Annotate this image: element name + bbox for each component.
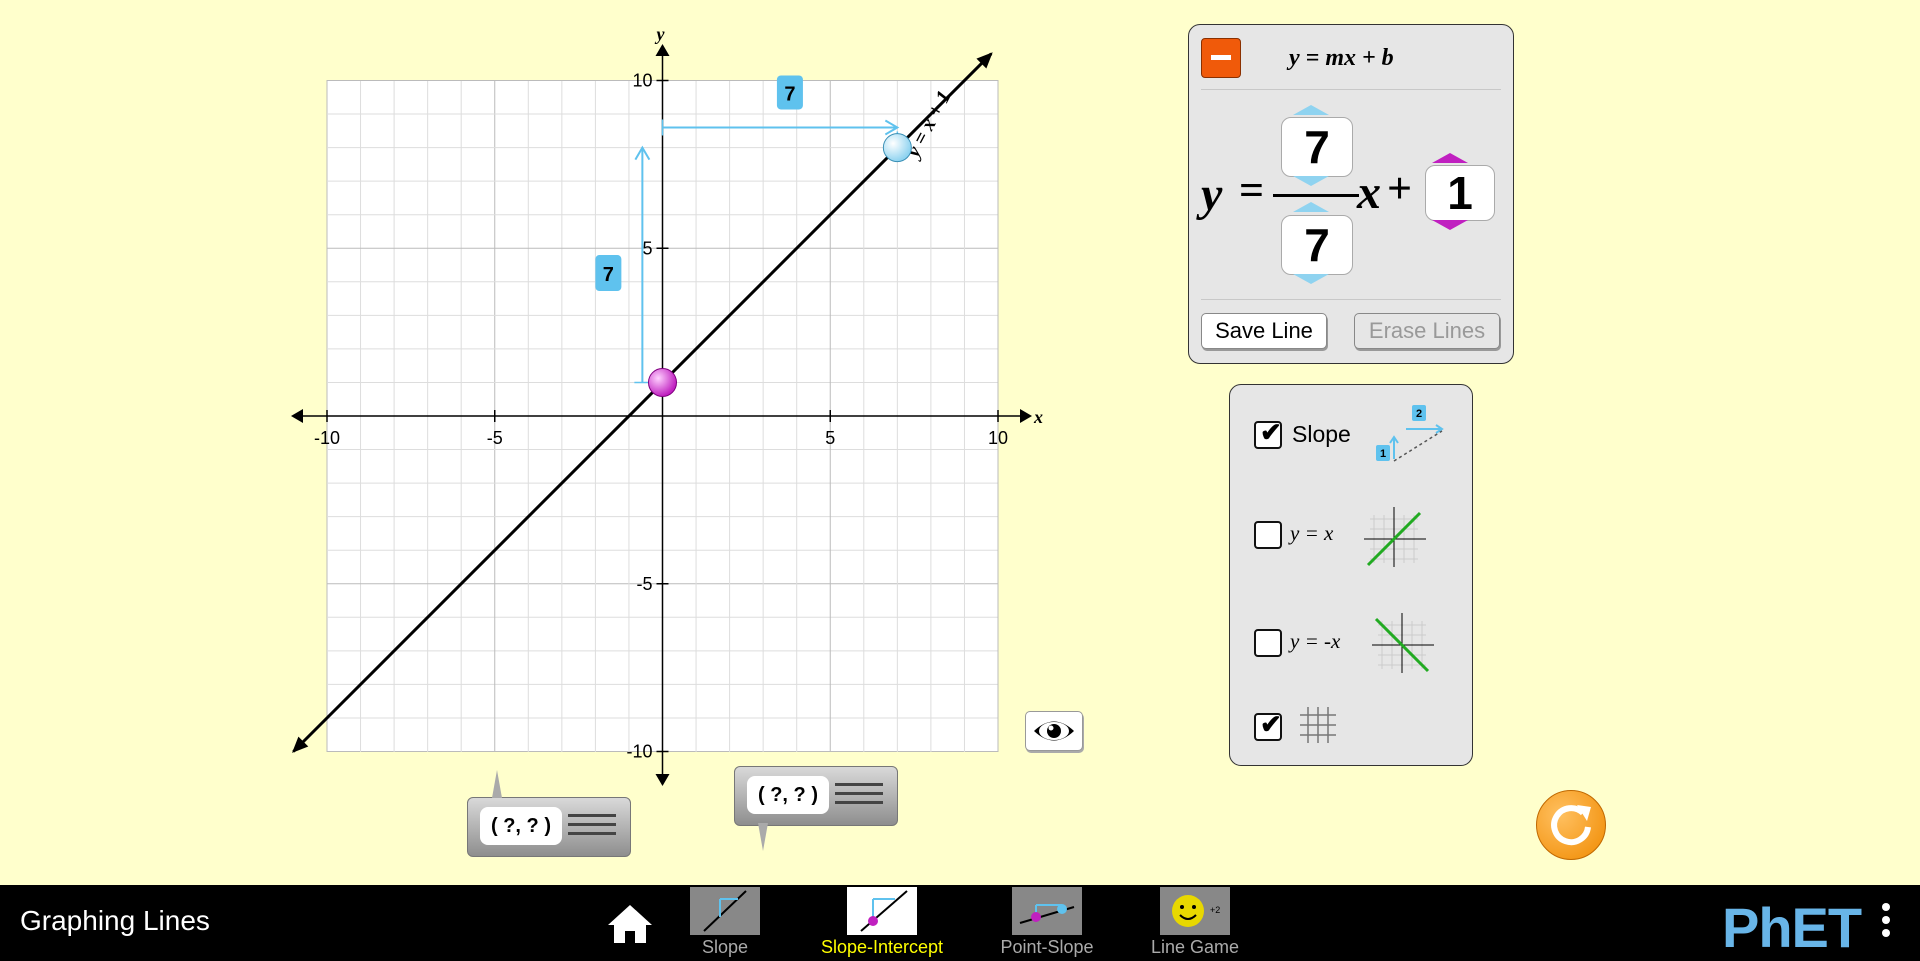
plus-sign: + <box>1387 164 1413 213</box>
point-tool-1-probe <box>492 770 502 798</box>
graph-options-panel: ✔ Slope 2 1 y = x y = -x ✔ <box>1229 384 1473 766</box>
grip-lines-icon <box>568 814 616 841</box>
run-increment-arrow[interactable] <box>1293 202 1329 212</box>
menu-icon[interactable] <box>1882 903 1890 942</box>
point-tool-2-probe <box>758 823 768 851</box>
y-tick-label: -10 <box>626 742 652 762</box>
home-icon[interactable] <box>606 903 654 945</box>
line-game-screen-icon: +2 <box>1160 887 1230 935</box>
y-tick-label: 5 <box>642 238 652 258</box>
slope-screen-icon <box>690 887 760 935</box>
intercept-point-handle[interactable] <box>648 367 677 397</box>
y-equals-neg-x-icon <box>1372 613 1434 673</box>
fraction-bar <box>1273 194 1359 197</box>
rise-decrement-arrow[interactable] <box>1293 176 1329 186</box>
x-tick-label: 5 <box>825 428 835 448</box>
x-tick-label: -5 <box>487 428 503 448</box>
save-line-button[interactable]: Save Line <box>1201 313 1327 349</box>
equation-panel: y = mx + b y = 7 7 x + 1 Save Line Erase… <box>1188 24 1514 364</box>
tab-slope[interactable]: Slope <box>670 887 780 958</box>
y-equals-neg-x-label: y = -x <box>1290 629 1341 653</box>
y-axis-label: y <box>655 24 666 44</box>
divider <box>1201 89 1501 90</box>
y-tick-label: -5 <box>636 574 652 594</box>
point-tool-2[interactable]: ( ?, ? ) <box>734 766 898 826</box>
tab-slope-intercept[interactable]: Slope-Intercept <box>807 887 957 958</box>
run-decrement-arrow[interactable] <box>1293 274 1329 284</box>
y-tick-label: 10 <box>632 71 652 91</box>
phet-logo[interactable]: PhET <box>1722 895 1862 960</box>
slope-icon: 2 1 <box>1376 405 1444 462</box>
slope-point-handle[interactable] <box>882 133 912 163</box>
check-mark-icon: ✔ <box>1260 417 1282 447</box>
erase-lines-button[interactable]: Erase Lines <box>1354 313 1500 349</box>
x-axis-label: x <box>1033 407 1043 427</box>
y-axis-arrow <box>655 774 670 786</box>
intercept-decrement-arrow[interactable] <box>1432 220 1468 230</box>
reset-all-button[interactable] <box>1536 790 1606 860</box>
check-mark-icon: ✔ <box>1260 709 1282 739</box>
collapse-button[interactable] <box>1201 38 1241 78</box>
run-spinner[interactable]: 7 <box>1281 215 1353 275</box>
equation-form-title: y = mx + b <box>1289 45 1394 71</box>
svg-text:+2: +2 <box>1210 905 1220 915</box>
grip-lines-icon <box>835 783 883 810</box>
tab-line-game[interactable]: +2 Line Game <box>1140 887 1250 958</box>
run-label: 7 <box>784 83 795 105</box>
x-axis-arrow <box>291 409 303 423</box>
tab-point-slope[interactable]: Point-Slope <box>982 887 1112 958</box>
eye-toggle-button[interactable] <box>1025 711 1083 751</box>
grid-checkbox[interactable]: ✔ <box>1254 709 1282 741</box>
y-equals-neg-x-checkbox[interactable] <box>1254 629 1282 657</box>
rise-increment-arrow[interactable] <box>1293 105 1329 115</box>
equals-sign: = <box>1239 166 1265 215</box>
tab-line-game-label: Line Game <box>1150 937 1240 957</box>
y-equals-x-icon <box>1364 507 1426 567</box>
app-title: Graphing Lines <box>20 905 210 936</box>
point-tool-2-readout: ( ?, ? ) <box>747 776 829 814</box>
x-tick-label: 10 <box>988 428 1008 448</box>
reset-icon <box>1551 805 1591 846</box>
rise-spinner[interactable]: 7 <box>1281 117 1353 177</box>
tab-slope-intercept-label: Slope-Intercept <box>820 937 944 957</box>
point-tool-1-readout: ( ?, ? ) <box>480 807 562 845</box>
eye-icon <box>1034 721 1074 741</box>
slope-intercept-screen-icon <box>847 887 917 935</box>
y-symbol: y <box>1201 168 1223 221</box>
slope-option-label: Slope <box>1292 421 1351 447</box>
tab-point-slope-label: Point-Slope <box>1000 937 1094 957</box>
x-tick-label: -10 <box>314 428 340 448</box>
slope-icon-rise-label: 1 <box>1380 448 1386 460</box>
navigation-bar: Graphing Lines Slope Slope-Intercept Poi… <box>0 885 1920 961</box>
grid-icon <box>1300 707 1336 743</box>
intercept-spinner[interactable]: 1 <box>1425 165 1495 221</box>
x-axis-arrow <box>1020 409 1032 423</box>
tab-slope-label: Slope <box>701 937 749 957</box>
slope-checkbox[interactable]: ✔ <box>1254 417 1282 449</box>
point-tool-1[interactable]: ( ?, ? ) <box>467 797 631 857</box>
graph-area: xy -10 -5 5 10105-5-10 y = x + 1 77 <box>291 24 1043 786</box>
divider <box>1201 299 1501 300</box>
slope-icon-run-label: 2 <box>1416 408 1422 420</box>
y-axis-arrow <box>655 44 670 56</box>
y-equals-x-checkbox[interactable] <box>1254 521 1282 549</box>
rise-label: 7 <box>603 264 614 286</box>
x-symbol: x <box>1357 166 1381 219</box>
point-slope-screen-icon <box>1012 887 1082 935</box>
intercept-increment-arrow[interactable] <box>1432 153 1468 163</box>
y-equals-x-label: y = x <box>1290 521 1334 545</box>
